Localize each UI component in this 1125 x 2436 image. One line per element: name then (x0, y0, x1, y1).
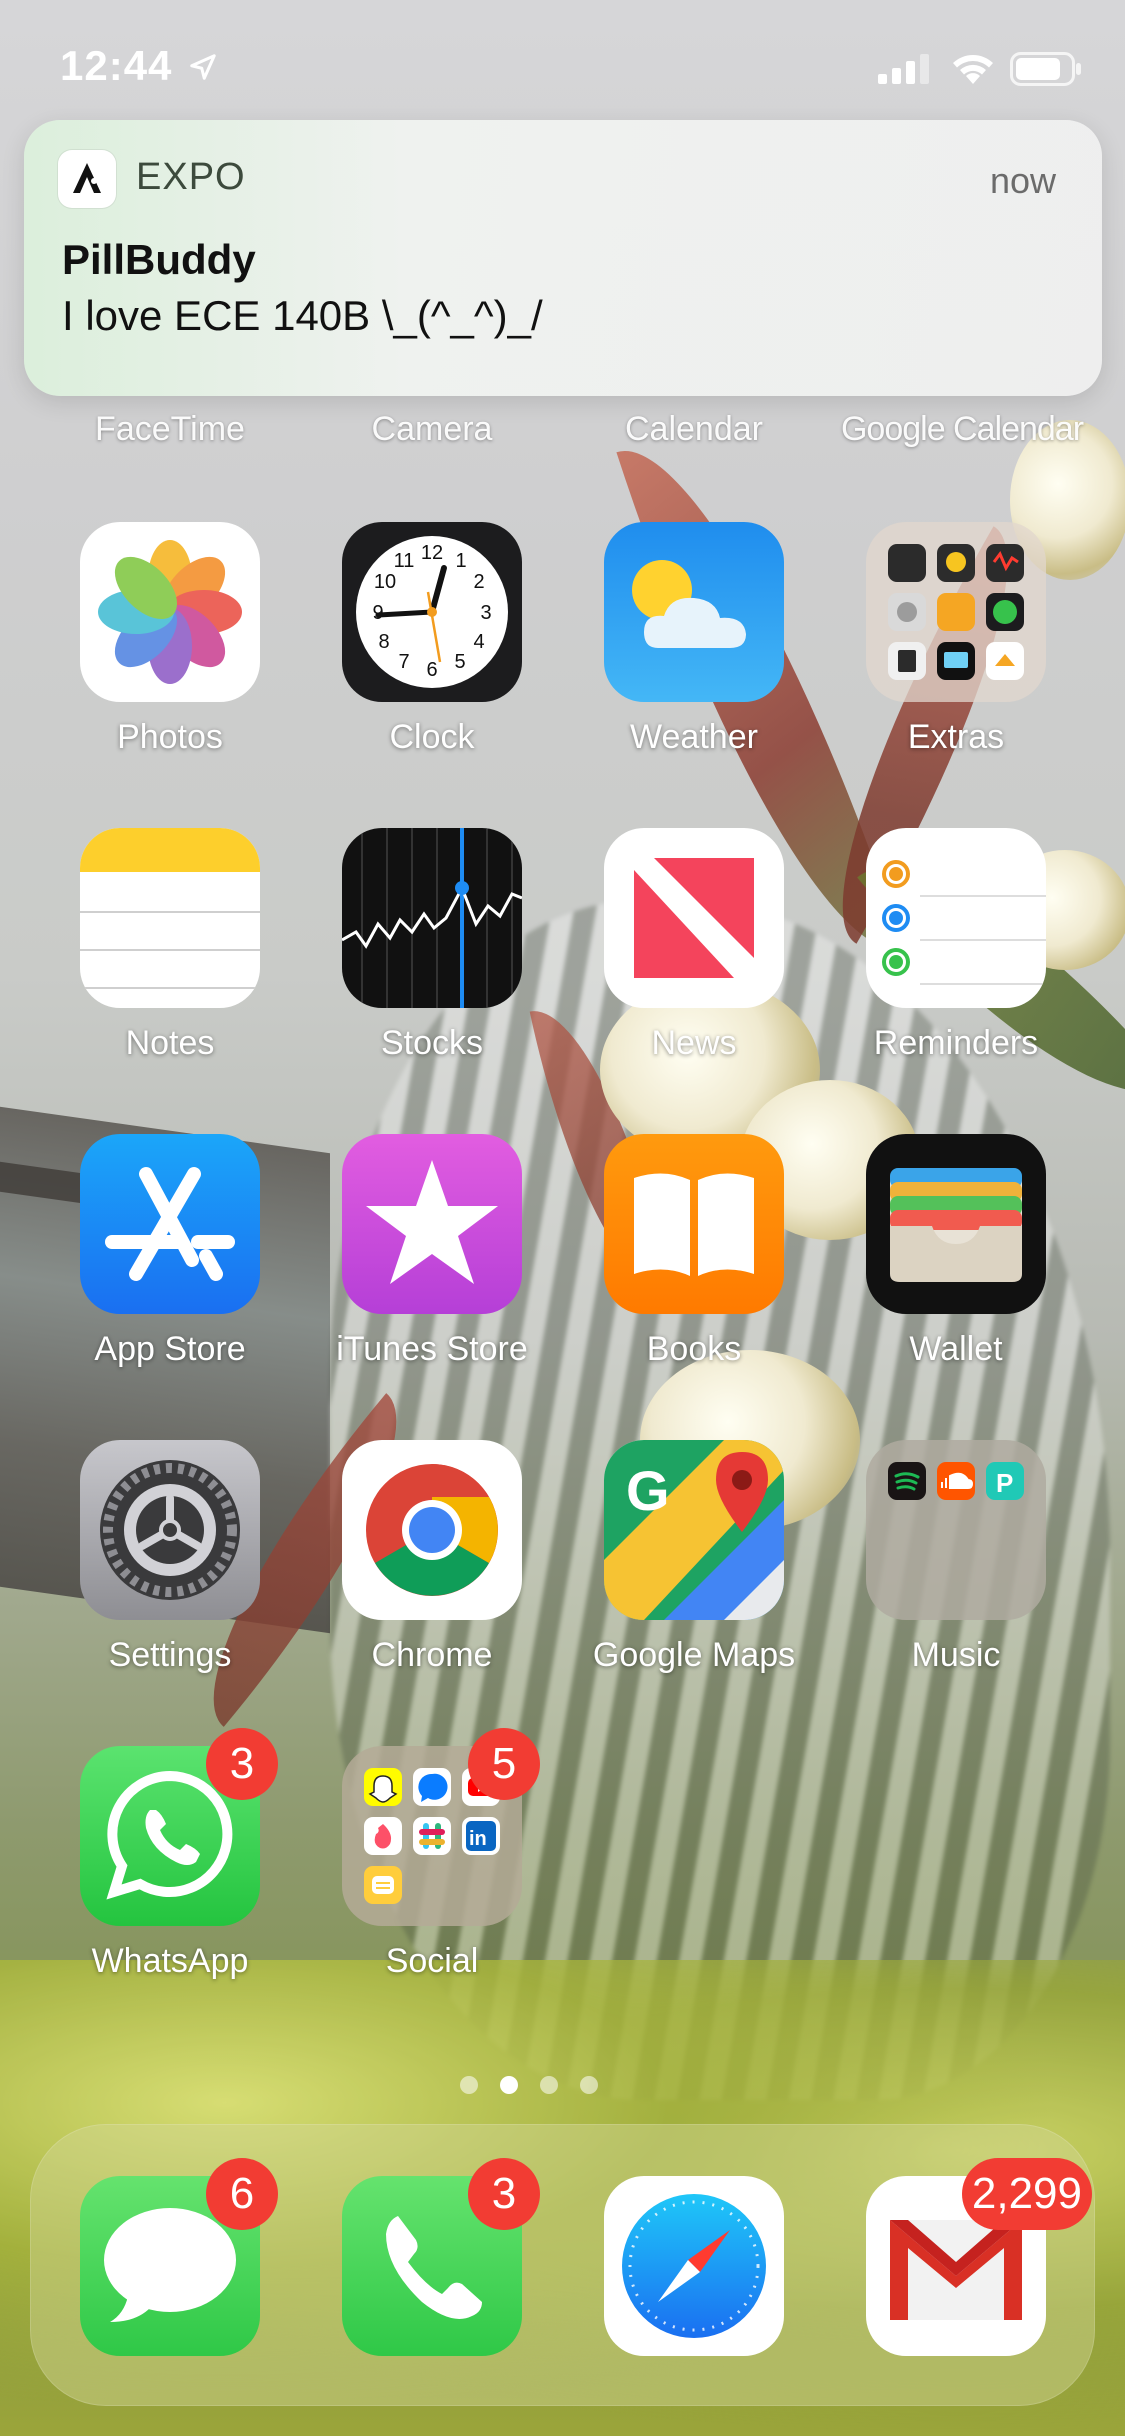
page-dot-active[interactable] (500, 2076, 518, 2094)
wallet-icon (866, 1134, 1046, 1314)
whatsapp-app[interactable]: 3 WhatsApp (40, 1728, 300, 1996)
reminders-label: Reminders (873, 1024, 1039, 1062)
page-dot[interactable] (540, 2076, 558, 2094)
settings-app[interactable]: Settings (40, 1440, 300, 1690)
status-bar: 12:44 (0, 0, 1125, 120)
stocks-label: Stocks (380, 1024, 484, 1062)
camera-label[interactable]: Camera (312, 410, 552, 449)
photos-app[interactable]: Photos (40, 522, 300, 772)
chrome-icon (342, 1440, 522, 1620)
calendar-label[interactable]: Calendar (574, 410, 814, 449)
status-time: 12:44 (60, 42, 173, 89)
settings-icon (80, 1440, 260, 1620)
clock-app[interactable]: 12 1 2 3 4 5 6 7 8 9 10 11 Clock (302, 522, 562, 772)
notification-body: I love ECE 140B \_(^_^)_/ (62, 292, 543, 339)
clock-number: 4 (473, 631, 484, 653)
clock-number: 5 (454, 651, 465, 673)
page-dot[interactable] (460, 2076, 478, 2094)
facetime-label[interactable]: FaceTime (50, 410, 290, 449)
app-store-icon (80, 1134, 260, 1314)
books-label: Books (646, 1330, 742, 1368)
wallet-label: Wallet (909, 1330, 1003, 1368)
music-folder-icon: P (866, 1440, 1046, 1620)
page-dot[interactable] (580, 2076, 598, 2094)
cellular-signal-icon (878, 54, 929, 84)
extras-label: Extras (907, 718, 1005, 756)
notification-time: now (989, 160, 1056, 201)
social-label: Social (385, 1942, 479, 1980)
chrome-app[interactable]: Chrome (302, 1440, 562, 1690)
social-badge: 5 (468, 1728, 540, 1800)
svg-text:G: G (626, 1459, 670, 1522)
stocks-icon (342, 828, 522, 1008)
safari-icon (604, 2176, 784, 2356)
clock-number: 2 (473, 571, 484, 593)
notification-app-name: EXPO (136, 156, 246, 198)
news-icon (604, 828, 784, 1008)
extras-folder[interactable]: Extras (826, 522, 1086, 772)
app-store-label: App Store (94, 1330, 246, 1368)
page-indicator[interactable] (460, 2076, 598, 2094)
messages-app[interactable]: 6 (40, 2158, 300, 2426)
safari-app[interactable] (564, 2176, 824, 2426)
clock-number: 8 (378, 631, 389, 653)
gmail-app[interactable]: 2,299 (826, 2158, 1092, 2426)
stocks-app[interactable]: Stocks (302, 828, 562, 1078)
weather-icon (604, 522, 784, 702)
notes-app[interactable]: Notes (40, 828, 300, 1078)
clock-number: 11 (394, 550, 415, 572)
settings-label: Settings (108, 1636, 232, 1674)
notes-label: Notes (125, 1024, 215, 1062)
clock-number: 1 (455, 550, 466, 572)
books-app[interactable]: Books (564, 1134, 824, 1384)
photos-icon (80, 522, 260, 702)
phone-badge: 3 (468, 2158, 540, 2230)
messages-badge: 6 (206, 2158, 278, 2230)
itunes-store-icon (342, 1134, 522, 1314)
wifi-icon (953, 55, 993, 84)
clock-number: 3 (480, 602, 491, 624)
news-label: News (651, 1024, 737, 1062)
news-app[interactable]: News (564, 828, 824, 1078)
google-maps-app[interactable]: G Google Maps (564, 1440, 824, 1690)
clock-number: 12 (421, 542, 443, 564)
itunes-store-app[interactable]: iTunes Store (302, 1134, 562, 1384)
extras-folder-icon (866, 522, 1046, 702)
phone-app[interactable]: 3 (302, 2158, 562, 2426)
notification-banner[interactable]: EXPO now PillBuddy I love ECE 140B \_(^_… (24, 120, 1102, 396)
books-icon (604, 1134, 784, 1314)
google-calendar-label[interactable]: Google Calendar (832, 410, 1092, 449)
clock-number: 7 (398, 651, 409, 673)
itunes-store-label: iTunes Store (336, 1330, 528, 1368)
whatsapp-badge: 3 (206, 1728, 278, 1800)
location-arrow-icon (190, 54, 216, 80)
music-label: Music (911, 1636, 1001, 1674)
clock-number: 6 (426, 659, 437, 681)
svg-text:in: in (469, 1828, 487, 1850)
notes-icon (80, 828, 260, 1008)
weather-app[interactable]: Weather (564, 522, 824, 772)
wallet-app[interactable]: Wallet (826, 1134, 1086, 1384)
app-store-app[interactable]: App Store (40, 1134, 300, 1384)
photos-label: Photos (117, 718, 223, 756)
expo-app-icon (58, 150, 116, 208)
notification-title: PillBuddy (62, 236, 256, 283)
clock-icon: 12 1 2 3 4 5 6 7 8 9 10 11 (342, 522, 522, 702)
clock-number: 10 (374, 571, 396, 593)
reminders-app[interactable]: Reminders (826, 828, 1086, 1078)
music-folder[interactable]: P Music (826, 1440, 1086, 1690)
clock-label: Clock (389, 718, 475, 756)
svg-text:P: P (996, 1468, 1013, 1498)
google-maps-label: Google Maps (592, 1636, 796, 1674)
battery-icon (1010, 52, 1081, 86)
google-maps-icon: G (604, 1440, 784, 1620)
whatsapp-label: WhatsApp (91, 1942, 249, 1980)
social-folder[interactable]: in 5 Social (302, 1728, 562, 1996)
gmail-badge: 2,299 (961, 2158, 1092, 2230)
chrome-label: Chrome (371, 1636, 493, 1674)
weather-label: Weather (630, 718, 758, 756)
reminders-icon (866, 828, 1046, 1008)
